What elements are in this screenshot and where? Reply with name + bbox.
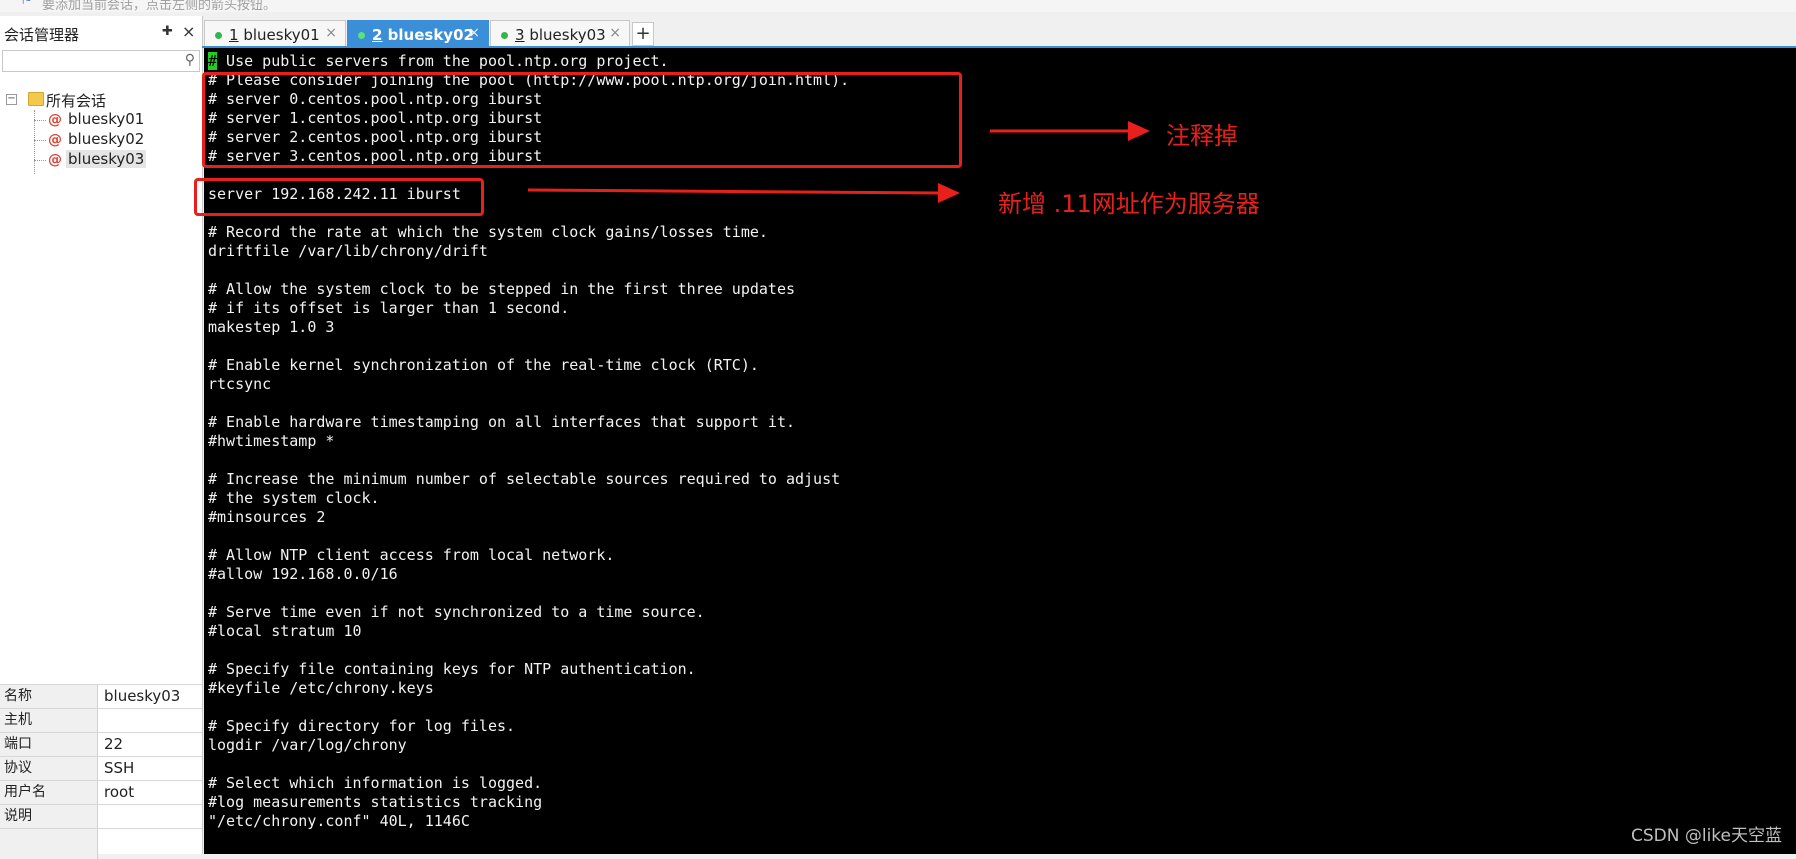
annotation-comment-out: 注释掉: [1166, 122, 1238, 150]
annotation-arrowhead: [938, 183, 960, 203]
watermark: CSDN @like天空蓝: [1630, 826, 1782, 846]
annotation-arrows: [527, 121, 1150, 203]
annotation-arrowhead: [1128, 121, 1150, 141]
annotation-arrow-line: [527, 188, 939, 195]
annotation-new-server: 新增 .11网址作为服务器: [998, 190, 1260, 218]
